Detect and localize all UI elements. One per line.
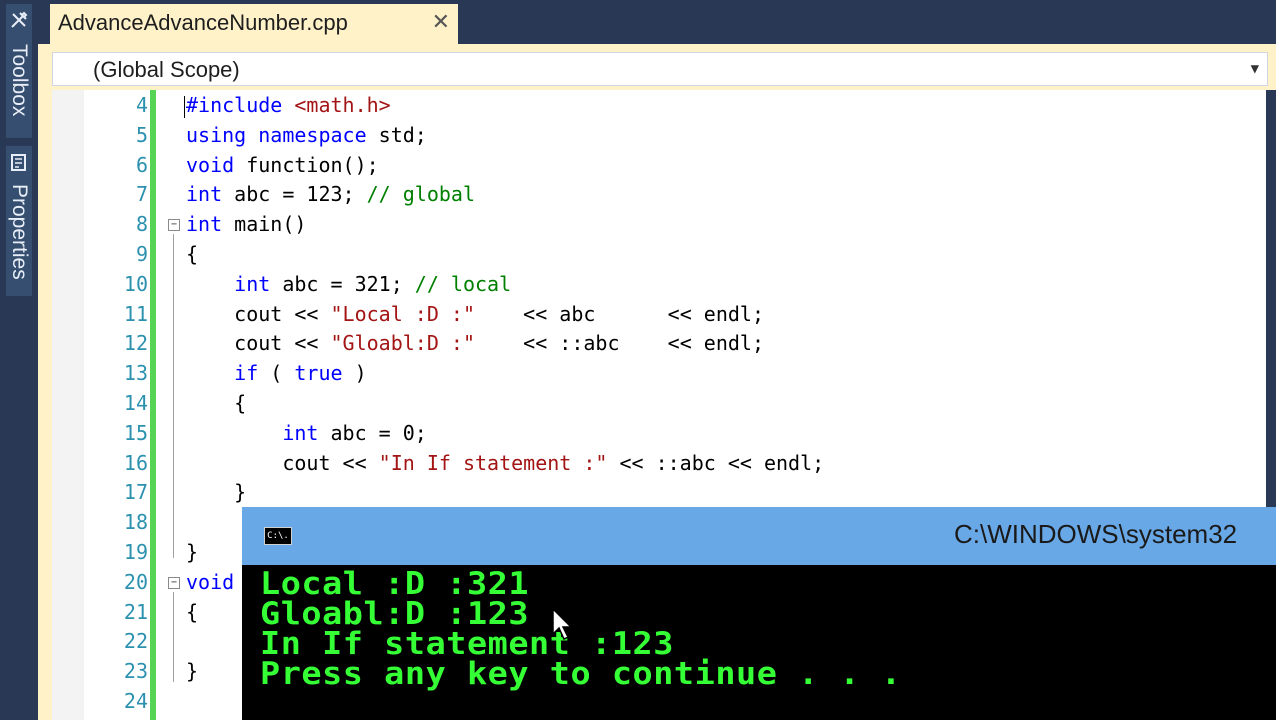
text-caret bbox=[184, 96, 185, 118]
toolbox-icon bbox=[11, 11, 28, 28]
document-tab-strip: AdvanceAdvanceNumber.cpp ✕ bbox=[38, 0, 1276, 44]
code-line[interactable]: #include <math.h> bbox=[186, 90, 391, 120]
line-number: 15 bbox=[123, 420, 148, 445]
collapse-function-icon[interactable]: − bbox=[168, 577, 180, 589]
toolbox-label: Toolbox bbox=[8, 44, 31, 117]
chevron-down-icon: ▼ bbox=[1250, 61, 1259, 77]
fold-guide-main bbox=[173, 234, 174, 558]
code-line[interactable]: void function(); bbox=[186, 150, 379, 180]
line-number: 4 bbox=[135, 93, 148, 117]
line-number: 14 bbox=[123, 391, 148, 415]
line-number: 7 bbox=[135, 182, 148, 207]
fold-guide-function bbox=[173, 592, 174, 682]
code-line[interactable]: cout << "In If statement :" << ::abc << … bbox=[186, 448, 824, 478]
code-line[interactable]: if ( true ) bbox=[186, 358, 366, 388]
line-number: 23 bbox=[123, 659, 148, 684]
line-number: 19 bbox=[123, 540, 148, 564]
line-number: 16 bbox=[123, 450, 148, 475]
scope-dropdown-value: (Global Scope) bbox=[93, 57, 240, 82]
line-number: 17 bbox=[123, 480, 148, 505]
code-line[interactable]: int abc = 0; bbox=[186, 418, 427, 448]
line-number: 6 bbox=[135, 152, 148, 177]
close-tab-icon[interactable]: ✕ bbox=[432, 10, 450, 35]
line-number: 5 bbox=[135, 122, 148, 147]
document-tab[interactable]: AdvanceAdvanceNumber.cpp ✕ bbox=[50, 4, 458, 44]
line-number: 20 bbox=[123, 569, 148, 594]
code-line[interactable]: { bbox=[186, 239, 198, 269]
line-number: 10 bbox=[123, 271, 148, 296]
left-dock-sidebar: Toolbox Properties bbox=[0, 0, 38, 720]
code-line[interactable]: cout << "Gloabl:D :" << ::abc << endl; bbox=[186, 328, 764, 358]
line-number: 12 bbox=[123, 331, 148, 356]
properties-tab[interactable]: Properties bbox=[6, 146, 32, 296]
code-line[interactable]: using namespace std; bbox=[186, 120, 427, 150]
code-line[interactable]: { bbox=[186, 388, 246, 418]
properties-icon bbox=[11, 154, 26, 171]
toolbox-tab[interactable]: Toolbox bbox=[6, 4, 32, 138]
line-number: 22 bbox=[123, 629, 148, 654]
console-output-line: Local :D :321 bbox=[260, 566, 530, 602]
code-line[interactable]: } bbox=[186, 477, 246, 507]
editor-margin bbox=[52, 90, 84, 720]
line-number: 11 bbox=[123, 301, 148, 326]
console-window[interactable]: C:\. C:\WINDOWS\system32 Local :D :321 G… bbox=[242, 507, 1276, 720]
console-output-line: Gloabl:D :123 bbox=[260, 596, 530, 632]
console-output-line: Press any key to continue . . . bbox=[260, 656, 902, 692]
mouse-cursor-icon bbox=[552, 608, 573, 641]
code-line[interactable]: } bbox=[186, 656, 198, 686]
console-output-line: In If statement :123 bbox=[260, 626, 674, 662]
code-line[interactable]: void bbox=[186, 567, 234, 597]
code-line[interactable]: { bbox=[186, 597, 198, 627]
change-tracking-bar bbox=[150, 90, 156, 720]
code-line[interactable]: int main() bbox=[186, 209, 306, 239]
console-title-bar[interactable]: C:\. C:\WINDOWS\system32 bbox=[242, 507, 1276, 565]
console-title: C:\WINDOWS\system32 bbox=[954, 519, 1238, 549]
line-number: 9 bbox=[135, 242, 148, 266]
properties-label: Properties bbox=[8, 184, 31, 280]
code-line[interactable]: cout << "Local :D :" << abc << endl; bbox=[186, 299, 764, 329]
scope-dropdown[interactable]: (Global Scope) ▼ bbox=[52, 52, 1268, 86]
console-output-area[interactable]: Local :D :321 Gloabl:D :123 In If statem… bbox=[242, 565, 1276, 720]
code-line[interactable]: int abc = 321; // local bbox=[186, 269, 511, 299]
line-number: 13 bbox=[123, 361, 148, 386]
console-icon: C:\. bbox=[264, 527, 292, 545]
code-line[interactable]: } bbox=[186, 537, 198, 567]
line-number: 18 bbox=[123, 510, 148, 535]
collapse-main-icon[interactable]: − bbox=[168, 219, 180, 231]
line-number: 21 bbox=[123, 599, 148, 624]
line-number: 8 bbox=[135, 212, 148, 237]
code-line[interactable]: int abc = 123; // global bbox=[186, 179, 475, 209]
line-number: 24 bbox=[123, 689, 148, 713]
document-tab-title: AdvanceAdvanceNumber.cpp bbox=[58, 10, 348, 35]
